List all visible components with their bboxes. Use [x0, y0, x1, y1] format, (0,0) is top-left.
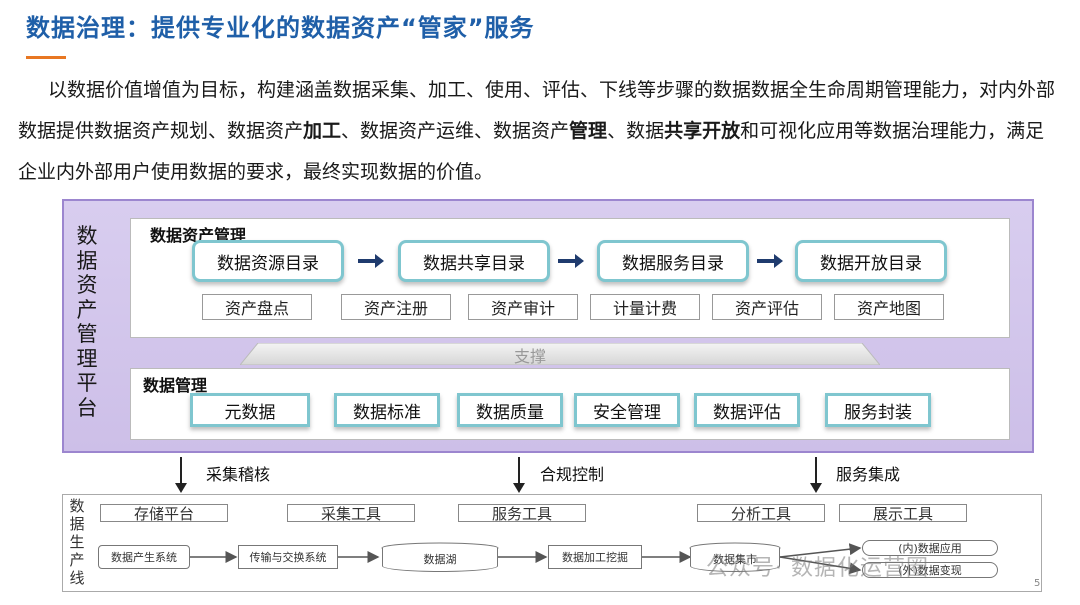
production-flow-lines: [190, 542, 862, 575]
page-number: 5: [1034, 578, 1041, 589]
node-transfer-exchange: 传输与交换系统: [238, 545, 338, 569]
watermark: 公众号· 数据化运营圈: [706, 556, 929, 581]
node-data-lake: 数据湖: [382, 548, 498, 572]
node-processing-mining: 数据加工挖掘: [548, 545, 642, 569]
node-data-source: 数据产生系统: [98, 545, 190, 569]
